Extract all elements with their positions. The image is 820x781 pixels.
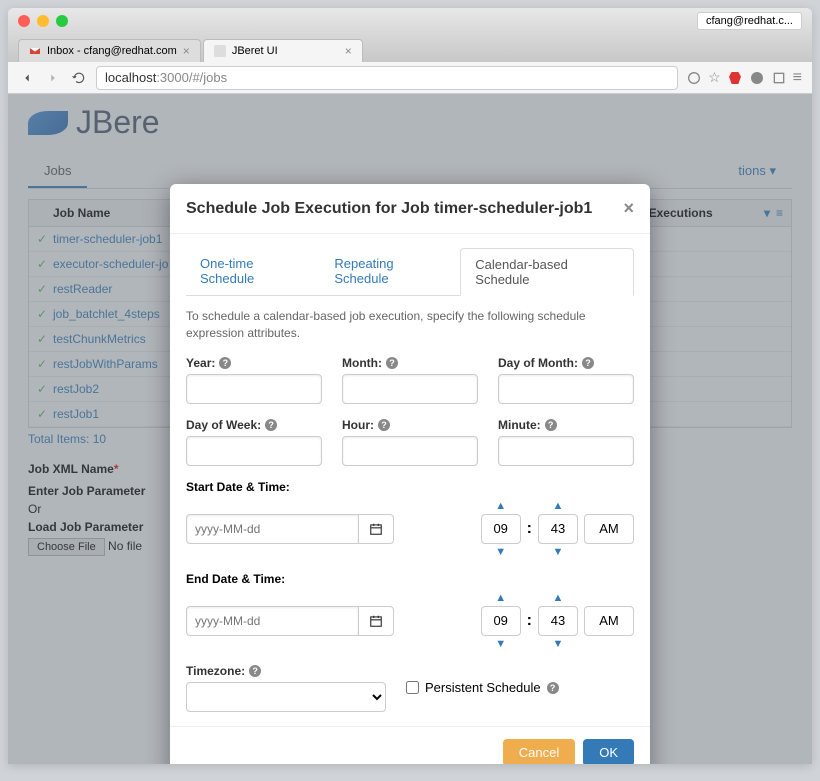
- reload-icon: [72, 71, 86, 85]
- start-min-input[interactable]: [538, 514, 578, 544]
- end-date-input[interactable]: [186, 606, 358, 636]
- url-path: :3000/#/jobs: [156, 70, 227, 85]
- modal-footer: Cancel OK: [170, 726, 650, 764]
- tab-repeating[interactable]: Repeating Schedule: [320, 248, 460, 295]
- day-of-week-input[interactable]: [186, 436, 322, 466]
- end-label: End Date & Time:: [186, 572, 634, 586]
- url-actions: ☆ ≡: [686, 69, 802, 87]
- month-label: Month:?: [342, 356, 478, 370]
- help-icon[interactable]: ?: [386, 357, 398, 369]
- tz-label: Timezone:?: [186, 664, 386, 678]
- minute-label: Minute:?: [498, 418, 634, 432]
- start-ampm-input[interactable]: [584, 514, 634, 544]
- min-up-button[interactable]: ▲: [553, 592, 564, 604]
- profile-button[interactable]: cfang@redhat.c...: [697, 12, 802, 30]
- modal-title: Schedule Job Execution for Job timer-sch…: [186, 200, 592, 218]
- persist-checkbox-label[interactable]: Persistent Schedule ?: [406, 680, 559, 695]
- tab-onetime[interactable]: One-time Schedule: [186, 248, 320, 295]
- tab-close-icon[interactable]: ×: [345, 44, 352, 58]
- colon: :: [527, 612, 532, 630]
- year-label: Year:?: [186, 356, 322, 370]
- min-down-button[interactable]: ▼: [553, 638, 564, 650]
- help-icon[interactable]: ?: [249, 665, 261, 677]
- modal-backdrop[interactable]: Schedule Job Execution for Job timer-sch…: [8, 94, 812, 764]
- arrow-left-icon: [20, 71, 34, 85]
- min-up-button[interactable]: ▲: [553, 500, 564, 512]
- hour-down-button[interactable]: ▼: [495, 546, 506, 558]
- traffic-lights: [18, 15, 68, 27]
- modal-header: Schedule Job Execution for Job timer-sch…: [170, 184, 650, 234]
- dom-label: Day of Month:?: [498, 356, 634, 370]
- hour-input[interactable]: [342, 436, 478, 466]
- page-content: JBere Jobs tions ▾ Job Name Job Executio…: [8, 94, 812, 764]
- minimize-window-button[interactable]: [37, 15, 49, 27]
- browser-tab-inbox[interactable]: Inbox - cfang@redhat.com ×: [18, 39, 201, 62]
- page-icon: [214, 45, 226, 57]
- help-text: To schedule a calendar-based job executi…: [186, 308, 634, 342]
- adblock-icon[interactable]: [727, 70, 743, 86]
- close-window-button[interactable]: [18, 15, 30, 27]
- help-icon[interactable]: ?: [545, 419, 557, 431]
- reload-button[interactable]: [70, 69, 88, 87]
- day-of-month-input[interactable]: [498, 374, 634, 404]
- end-calendar-button[interactable]: [358, 606, 394, 636]
- calendar-icon: [369, 614, 383, 628]
- end-hour-input[interactable]: [481, 606, 521, 636]
- help-icon[interactable]: ?: [547, 682, 559, 694]
- gmail-icon: [29, 45, 41, 57]
- modal-close-button[interactable]: ×: [623, 198, 634, 219]
- hour-up-button[interactable]: ▲: [495, 592, 506, 604]
- start-label: Start Date & Time:: [186, 480, 634, 494]
- start-calendar-button[interactable]: [358, 514, 394, 544]
- shield-icon[interactable]: [749, 70, 765, 86]
- end-ampm-input[interactable]: [584, 606, 634, 636]
- modal-tabs: One-time Schedule Repeating Schedule Cal…: [186, 248, 634, 296]
- colon: :: [527, 520, 532, 538]
- year-input[interactable]: [186, 374, 322, 404]
- help-icon[interactable]: ?: [378, 419, 390, 431]
- tab-label: JBeret UI: [232, 45, 278, 57]
- url-host: localhost: [105, 70, 156, 85]
- tab-bar: Inbox - cfang@redhat.com × JBeret UI ×: [8, 34, 812, 62]
- back-button[interactable]: [18, 69, 36, 87]
- dow-label: Day of Week:?: [186, 418, 322, 432]
- start-time-picker: ▲ ▼ : ▲ ▼ ▲: [481, 500, 634, 558]
- menu-icon[interactable]: ≡: [793, 69, 802, 87]
- end-time-picker: ▲ ▼ : ▲ ▼ ▲: [481, 592, 634, 650]
- hour-up-button[interactable]: ▲: [495, 500, 506, 512]
- calendar-icon: [369, 522, 383, 536]
- start-date-input[interactable]: [186, 514, 358, 544]
- start-hour-input[interactable]: [481, 514, 521, 544]
- help-icon[interactable]: ?: [265, 419, 277, 431]
- cancel-button[interactable]: Cancel: [503, 739, 575, 764]
- min-down-button[interactable]: ▼: [553, 546, 564, 558]
- browser-window: cfang@redhat.c... Inbox - cfang@redhat.c…: [8, 8, 812, 764]
- help-icon[interactable]: ?: [219, 357, 231, 369]
- tab-close-icon[interactable]: ×: [183, 44, 190, 58]
- schedule-modal: Schedule Job Execution for Job timer-sch…: [170, 184, 650, 764]
- url-bar: localhost:3000/#/jobs ☆ ≡: [8, 62, 812, 94]
- tab-label: Inbox - cfang@redhat.com: [47, 45, 177, 57]
- end-min-input[interactable]: [538, 606, 578, 636]
- ok-button[interactable]: OK: [583, 739, 634, 764]
- hour-label: Hour:?: [342, 418, 478, 432]
- browser-tab-jberet[interactable]: JBeret UI ×: [203, 39, 363, 62]
- arrow-right-icon: [46, 71, 60, 85]
- star-icon[interactable]: ☆: [708, 69, 721, 86]
- help-icon[interactable]: ?: [582, 357, 594, 369]
- minute-input[interactable]: [498, 436, 634, 466]
- hour-down-button[interactable]: ▼: [495, 638, 506, 650]
- persist-checkbox[interactable]: [406, 681, 419, 694]
- titlebar: cfang@redhat.c...: [8, 8, 812, 34]
- month-input[interactable]: [342, 374, 478, 404]
- sync-icon[interactable]: [686, 70, 702, 86]
- persist-label: Persistent Schedule: [425, 680, 541, 695]
- extension-icon[interactable]: [771, 70, 787, 86]
- forward-button[interactable]: [44, 69, 62, 87]
- tab-calendar[interactable]: Calendar-based Schedule: [460, 248, 634, 296]
- maximize-window-button[interactable]: [56, 15, 68, 27]
- url-input[interactable]: localhost:3000/#/jobs: [96, 66, 678, 90]
- timezone-select[interactable]: [186, 682, 386, 712]
